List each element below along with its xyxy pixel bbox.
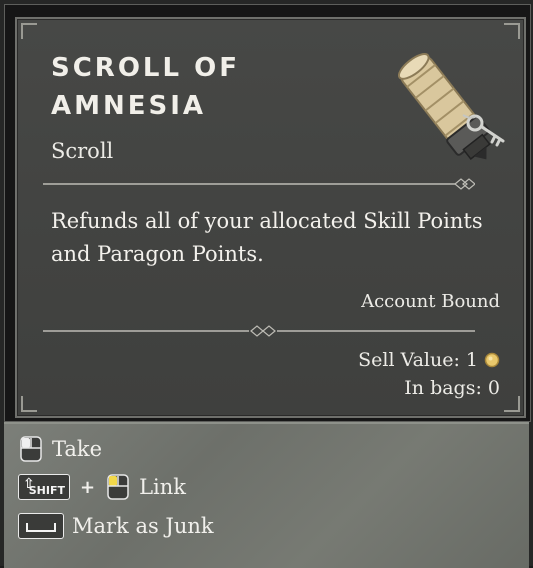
plus-sign: + [80,476,96,498]
spacebar-key-icon [18,513,64,539]
corner-ornament [504,396,520,412]
corner-ornament [21,396,37,412]
shift-key-icon: ⇧ SHIFT [18,474,70,500]
shift-arrow-icon: ⇧ [23,476,35,492]
sell-value-row: Sell Value: 1 [358,346,500,374]
link-action[interactable]: ⇧ SHIFT + Link [18,474,186,500]
sell-value: Sell Value: 1 [358,349,478,371]
mouse-left-click-icon [20,436,42,462]
binding-status: Account Bound [361,291,500,312]
item-type: Scroll [51,139,114,163]
in-bags-count: In bags: 0 [404,377,500,399]
section-divider [43,178,475,190]
link-label: Link [139,475,187,499]
tooltip-frame: Scroll of Amnesia Scroll [4,4,531,422]
item-tooltip: Scroll of Amnesia Scroll [0,0,533,568]
item-panel: Scroll of Amnesia Scroll [15,17,526,418]
corner-ornament [21,23,37,39]
gold-coin-icon [484,352,500,368]
item-name-line2: Amnesia [51,91,207,121]
rolled-scroll-with-key-icon [397,53,505,160]
take-label: Take [52,437,103,461]
item-name: Scroll of Amnesia [51,49,311,125]
item-values: Sell Value: 1 In bags: 0 [358,346,500,402]
mouse-left-click-highlighted-icon [107,474,129,500]
mark-as-junk-label: Mark as Junk [72,514,214,538]
section-divider [43,325,475,337]
mark-as-junk-action[interactable]: Mark as Junk [18,513,214,539]
corner-ornament [504,23,520,39]
action-bar: Take ⇧ SHIFT + Link Mark as Junk [4,422,529,568]
take-action[interactable]: Take [18,436,102,462]
item-name-line1: Scroll of [51,53,240,83]
item-description: Refunds all of your allocated Skill Poin… [51,209,483,266]
